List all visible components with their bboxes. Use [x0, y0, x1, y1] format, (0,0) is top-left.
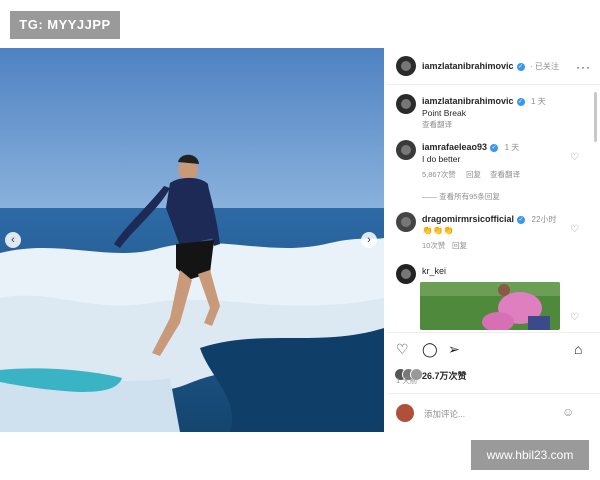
view-replies-link[interactable]: —— 查看所有95条回复	[422, 191, 500, 202]
watermark-top: TG: MYYJJPP	[10, 11, 120, 39]
instagram-post: ‹ › iamzlatanibrahimovic ✓ · 已关注 ··· iamz…	[0, 48, 600, 432]
more-options-icon[interactable]: ···	[576, 60, 591, 74]
caption-time: 1 天	[531, 97, 546, 106]
save-bookmark-icon[interactable]: ⌂	[574, 341, 582, 357]
comment-username[interactable]: dragomirmrsicofficial ✓ 22小时	[422, 214, 556, 225]
comment-composer: 添加评论... ☺	[386, 393, 600, 433]
comment-time: 22小时	[531, 215, 557, 224]
comment-bubble-icon[interactable]: ◯	[422, 341, 438, 358]
emoji-icon[interactable]: ☺	[562, 405, 574, 419]
comment-avatar[interactable]	[396, 140, 416, 160]
comment-reply-link[interactable]: 回复	[452, 240, 467, 251]
comment-text: 👏👏👏	[422, 225, 454, 235]
share-send-icon[interactable]: ➢	[448, 341, 460, 358]
caption-avatar[interactable]	[396, 94, 416, 114]
next-photo-arrow-icon[interactable]: ›	[361, 232, 377, 248]
verified-badge-icon: ✓	[516, 97, 525, 106]
current-user-avatar	[396, 404, 414, 422]
comment-image[interactable]	[420, 282, 560, 330]
comment-like-heart-icon[interactable]: ♡	[570, 152, 579, 163]
comment-text: I do better	[422, 154, 461, 164]
comment-time: 1 天	[504, 143, 520, 152]
watermark-bottom: www.hbil23.com	[471, 440, 589, 470]
comment-username[interactable]: iamrafaeleao93 ✓ 1 天	[422, 142, 519, 153]
comment-reply-link[interactable]: 回复	[466, 169, 481, 180]
verified-badge-icon: ✓	[516, 62, 525, 71]
comment-avatar[interactable]	[396, 212, 416, 232]
comment-translate-link[interactable]: 查看翻译	[490, 169, 520, 180]
caption-translate-link[interactable]: 查看翻译	[422, 119, 452, 130]
comment-like-heart-icon[interactable]: ♡	[570, 224, 579, 235]
comment-like-heart-icon[interactable]: ♡	[570, 312, 579, 323]
add-comment-input[interactable]: 添加评论...	[424, 408, 465, 420]
post-actions: ♡ ◯ ➢ ⌂ 26.7万次赞	[386, 332, 600, 389]
caption-text: Point Break	[422, 108, 466, 118]
comment-avatar[interactable]	[396, 264, 416, 284]
verified-badge-icon: ✓	[517, 215, 526, 224]
comment-likes[interactable]: 5,867次赞	[422, 169, 456, 180]
post-photo[interactable]: ‹ ›	[0, 48, 384, 432]
like-heart-icon[interactable]: ♡	[396, 341, 409, 358]
comments-scrollbar[interactable]	[594, 92, 597, 142]
caption-username[interactable]: iamzlatanibrahimovic ✓ 1 天	[422, 96, 546, 107]
follow-status[interactable]: · 已关注	[530, 62, 559, 71]
post-header: iamzlatanibrahimovic ✓ · 已关注 ···	[386, 48, 600, 85]
comment-likes[interactable]: 10次赞	[422, 240, 445, 251]
posted-time: 1 天前	[396, 376, 418, 385]
verified-badge-icon: ✓	[490, 143, 499, 152]
comment-username[interactable]: kr_kei	[422, 266, 446, 276]
author-avatar[interactable]	[396, 56, 416, 76]
surfer-photo	[0, 48, 384, 432]
prev-photo-arrow-icon[interactable]: ‹	[5, 232, 21, 248]
header-username[interactable]: iamzlatanibrahimovic ✓ · 已关注	[422, 61, 559, 72]
post-side-panel: iamzlatanibrahimovic ✓ · 已关注 ··· iamzlata…	[386, 48, 600, 432]
like-count[interactable]: 26.7万次赞	[422, 369, 467, 382]
